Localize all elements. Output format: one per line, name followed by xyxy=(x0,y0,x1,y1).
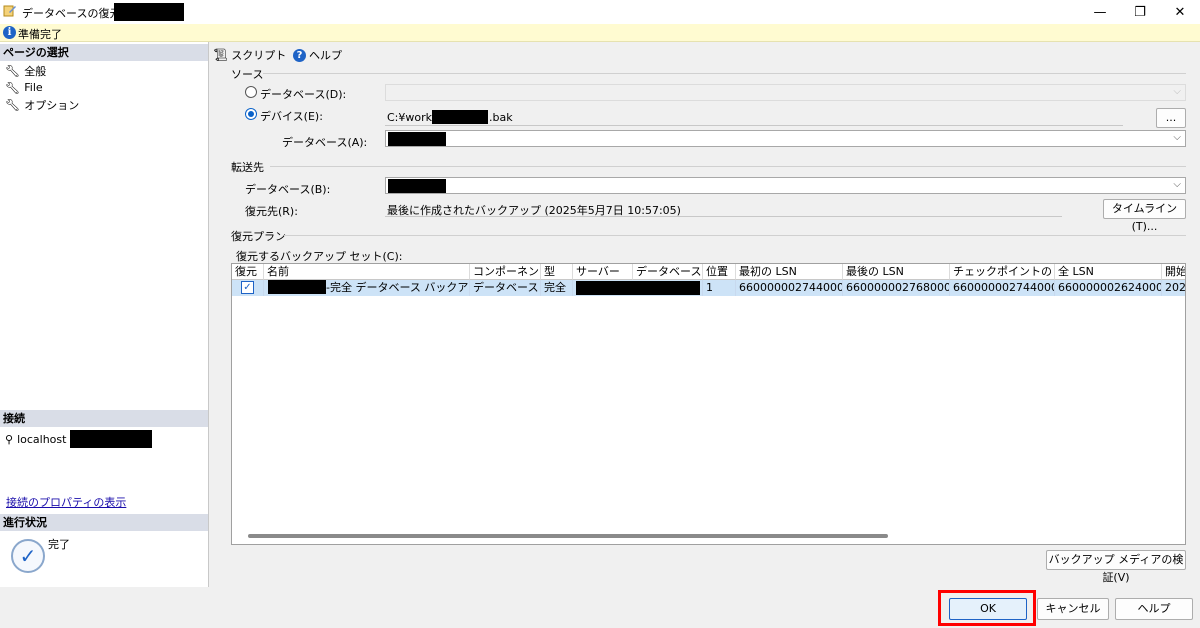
minimize-button[interactable]: — xyxy=(1080,0,1120,24)
source-group-divider xyxy=(263,73,1186,74)
start-cell: 2025 xyxy=(1162,280,1185,296)
wrench-icon: 🔧︎ xyxy=(5,80,21,95)
full-lsn-cell: 66000000262400001 xyxy=(1055,280,1162,296)
column-header[interactable]: サーバー xyxy=(573,264,633,280)
type-cell: 完全 xyxy=(541,280,573,296)
page-select-header: ページの選択 xyxy=(0,44,208,61)
component-cell: データベース xyxy=(470,280,541,296)
script-icon: 📜︎ xyxy=(213,48,229,62)
redacted-name xyxy=(268,280,326,294)
source-group-label: ソース xyxy=(231,68,264,81)
restore-to-field: 最後に作成されたバックアップ (2025年5月7日 10:57:05) xyxy=(385,200,1062,217)
destination-database-select[interactable]: ⌵ xyxy=(385,177,1186,194)
wrench-icon: 🔧︎ xyxy=(5,63,21,78)
plan-group-divider xyxy=(284,235,1186,236)
destination-group-label: 転送先 xyxy=(231,161,264,174)
cancel-button[interactable]: キャンセル xyxy=(1037,598,1109,620)
restore-to-value: 最後に作成されたバックアップ (2025年5月7日 10:57:05) xyxy=(387,204,681,217)
restore-database-icon xyxy=(3,5,16,17)
script-label: スクリプト xyxy=(231,49,287,62)
page-item-label: オプション xyxy=(24,98,80,112)
column-header[interactable]: チェックポイントの LSN xyxy=(950,264,1055,280)
column-header[interactable]: 位置 xyxy=(703,264,736,280)
server-database-cell xyxy=(573,280,703,296)
progress-header: 進行状況 xyxy=(0,514,208,531)
source-database-label: データベース(A): xyxy=(282,136,368,149)
first-lsn-cell: 66000000274400001 xyxy=(736,280,843,296)
destination-group-divider xyxy=(270,166,1186,167)
page-item-options[interactable]: 🔧︎ オプション xyxy=(5,96,79,113)
help-icon: ? xyxy=(293,48,306,62)
name-cell: -完全 データベース バックアップ xyxy=(264,280,470,296)
column-header[interactable]: コンポーネント xyxy=(470,264,541,280)
connection-header: 接続 xyxy=(0,410,208,427)
device-radio-label: デバイス(E): xyxy=(260,110,323,123)
restore-checkbox[interactable]: ✓ xyxy=(241,281,254,294)
restore-button[interactable]: ❐ xyxy=(1120,0,1160,24)
position-cell: 1 xyxy=(703,280,736,296)
device-path-field[interactable]: C:¥work¥ .bak xyxy=(385,109,1123,126)
redacted-login xyxy=(70,430,153,448)
redacted-database xyxy=(388,132,446,146)
server-icon: ⚲ xyxy=(5,432,14,446)
column-header[interactable]: データベース xyxy=(633,264,703,280)
horizontal-scrollbar[interactable] xyxy=(248,534,888,538)
connection-item: ⚲ localhost xyxy=(5,430,153,448)
redacted-title xyxy=(114,3,184,21)
page-item-general[interactable]: 🔧︎ 全般 xyxy=(5,62,46,79)
ok-button[interactable]: OK xyxy=(949,598,1027,620)
column-header[interactable]: 最初の LSN xyxy=(736,264,843,280)
checkpoint-lsn-cell: 66000000274400001 xyxy=(950,280,1055,296)
destination-database-label: データベース(B): xyxy=(245,183,331,196)
info-icon: i xyxy=(3,26,16,39)
column-header[interactable]: 名前 xyxy=(264,264,470,280)
title-bar: データベースの復元 - — ❐ ✕ xyxy=(0,0,1200,24)
verify-media-button[interactable]: バックアップ メディアの検証(V) xyxy=(1046,550,1186,584)
help-toolbar-button[interactable]: ? ヘルプ xyxy=(293,47,342,63)
page-item-label: File xyxy=(24,81,43,94)
window-title: データベースの復元 - xyxy=(22,7,128,20)
redacted-filename xyxy=(432,110,488,124)
column-header[interactable]: 型 xyxy=(541,264,573,280)
column-header[interactable]: 全 LSN xyxy=(1055,264,1162,280)
help-label: ヘルプ xyxy=(309,49,342,62)
plan-group-label: 復元プラン xyxy=(231,230,286,243)
last-lsn-cell: 66000000276800001 xyxy=(843,280,950,296)
source-database-combo: ⌵ xyxy=(385,84,1186,101)
status-text: 準備完了 xyxy=(18,28,62,41)
dialog-footer: OK キャンセル ヘルプ xyxy=(0,587,1200,628)
wrench-icon: 🔧︎ xyxy=(5,97,21,112)
progress-text: 完了 xyxy=(48,538,70,551)
completed-check-icon: ✓ xyxy=(11,539,45,573)
device-path-suffix: .bak xyxy=(489,111,513,124)
column-header[interactable]: 最後の LSN xyxy=(843,264,950,280)
column-header[interactable]: 復元 xyxy=(232,264,264,280)
redacted-server-database xyxy=(576,281,700,295)
close-button[interactable]: ✕ xyxy=(1160,0,1200,24)
source-database-select[interactable]: ⌵ xyxy=(385,130,1186,147)
chevron-down-icon: ⌵ xyxy=(1173,132,1181,143)
restore-to-label: 復元先(R): xyxy=(245,205,298,218)
backup-sets-grid: 復元 名前 コンポーネント 型 サーバー データベース 位置 最初の LSN 最… xyxy=(231,263,1186,545)
connection-server: localhost xyxy=(17,432,67,446)
redacted-database xyxy=(388,179,446,193)
chevron-down-icon: ⌵ xyxy=(1173,179,1181,190)
script-button[interactable]: 📜︎ スクリプト ▼ xyxy=(213,47,299,63)
column-header[interactable]: 開始 xyxy=(1162,264,1185,280)
page-item-label: 全般 xyxy=(24,64,47,78)
left-pane: ページの選択 🔧︎ 全般 🔧︎ File 🔧︎ オプション 接続 ⚲ local… xyxy=(0,42,209,587)
browse-button[interactable]: ... xyxy=(1156,108,1186,128)
database-radio-label: データベース(D): xyxy=(260,88,347,101)
name-suffix: -完全 データベース バックアップ xyxy=(326,281,469,294)
device-radio[interactable] xyxy=(245,108,257,120)
help-button[interactable]: ヘルプ xyxy=(1115,598,1193,620)
backup-sets-label: 復元するバックアップ セット(C): xyxy=(236,250,403,263)
chevron-down-icon: ⌵ xyxy=(1173,86,1181,97)
restore-cell[interactable]: ✓ xyxy=(232,280,264,296)
database-radio[interactable] xyxy=(245,86,257,98)
status-bar: i 準備完了 xyxy=(0,24,1200,42)
page-item-file[interactable]: 🔧︎ File xyxy=(5,79,43,96)
timeline-button[interactable]: タイムライン(T)... xyxy=(1103,199,1186,233)
connection-properties-link[interactable]: 接続のプロパティの表示 xyxy=(6,494,126,510)
